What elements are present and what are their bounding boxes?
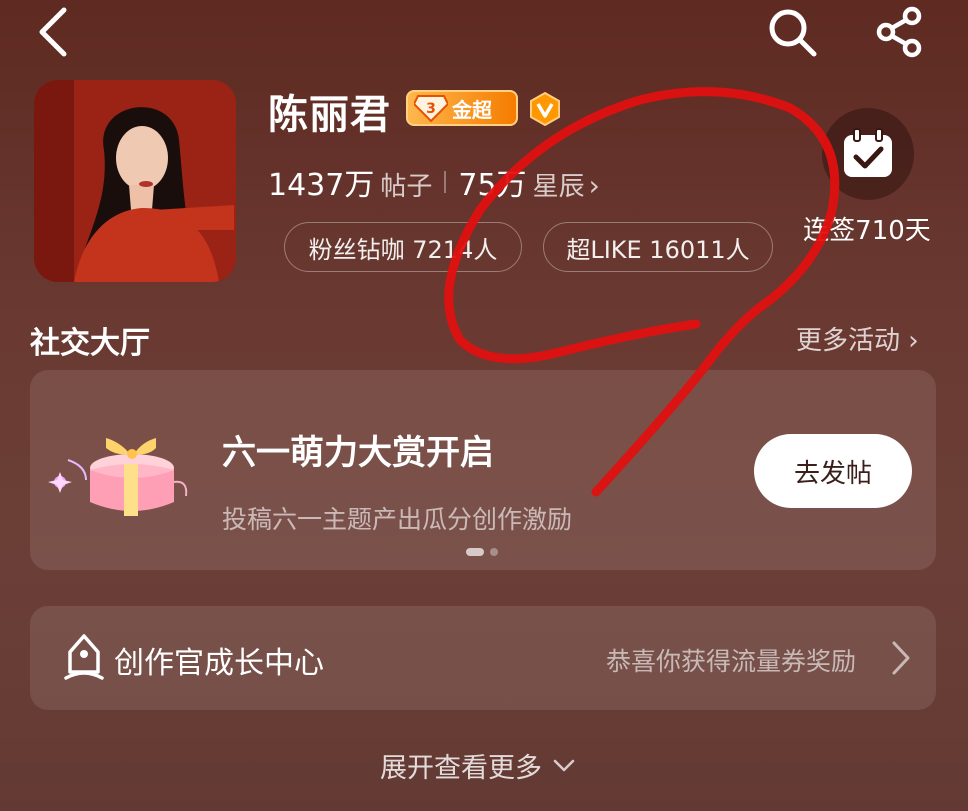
creator-pen-icon bbox=[64, 634, 104, 680]
expand-more-label: 展开查看更多 bbox=[380, 753, 542, 784]
carousel-dot bbox=[490, 548, 498, 556]
badge-label: 金超 bbox=[452, 97, 492, 122]
share-icon bbox=[876, 6, 922, 58]
back-button[interactable] bbox=[22, 4, 82, 60]
banner-title: 六一萌力大赏开启 bbox=[222, 433, 494, 473]
checkin-button[interactable] bbox=[822, 108, 914, 200]
gold-super-badge[interactable]: 3 金超 bbox=[406, 90, 518, 126]
chevron-down-icon bbox=[553, 759, 575, 771]
superlike-pill[interactable]: 超LIKE 16011人 bbox=[543, 222, 773, 272]
top-bar bbox=[0, 0, 968, 70]
social-hall-title: 社交大厅 bbox=[30, 326, 150, 361]
carousel-indicator bbox=[466, 548, 498, 556]
chevron-right-icon[interactable] bbox=[890, 640, 912, 676]
diamond-level-icon: 3 bbox=[414, 95, 448, 122]
svg-text:3: 3 bbox=[426, 101, 436, 117]
posts-count: 1437万 bbox=[268, 168, 375, 203]
chevron-left-icon bbox=[39, 7, 67, 57]
growth-center-label: 创作官成长中心 bbox=[114, 646, 324, 681]
checkin-streak-label: 连签710天 bbox=[803, 216, 931, 246]
growth-reward-text: 恭喜你获得流量券奖励 bbox=[606, 647, 857, 676]
profile-name: 陈丽君 bbox=[268, 92, 391, 138]
chevron-right-icon[interactable]: › bbox=[589, 169, 600, 202]
gift-box-icon bbox=[48, 438, 188, 516]
search-button[interactable] bbox=[760, 4, 824, 60]
verified-v-icon bbox=[530, 92, 560, 126]
avatar[interactable] bbox=[34, 80, 236, 282]
banner-subtitle: 投稿六一主题产出瓜分创作激励 bbox=[222, 505, 573, 534]
expand-more-button[interactable]: 展开查看更多 bbox=[380, 746, 576, 785]
more-activities-label: 更多活动 bbox=[796, 326, 901, 356]
go-post-button[interactable]: 去发帖 bbox=[754, 434, 912, 508]
stars-label[interactable]: 星辰 bbox=[533, 166, 585, 203]
search-icon bbox=[769, 9, 817, 57]
stars-count[interactable]: 75万 bbox=[458, 160, 526, 204]
posts-label: 帖子 bbox=[380, 172, 433, 202]
profile-stats: 1437万 帖子 75万 星辰 › bbox=[268, 160, 600, 204]
more-activities-link[interactable]: 更多活动 › bbox=[796, 320, 919, 357]
chevron-right-icon: › bbox=[908, 326, 919, 356]
fans-pill[interactable]: 粉丝钻咖 7214人 bbox=[284, 222, 522, 272]
avatar-portrait bbox=[34, 80, 236, 282]
carousel-dot-active bbox=[466, 548, 484, 556]
share-button[interactable] bbox=[866, 4, 934, 60]
calendar-check-icon bbox=[844, 128, 892, 177]
stats-divider bbox=[444, 171, 447, 193]
